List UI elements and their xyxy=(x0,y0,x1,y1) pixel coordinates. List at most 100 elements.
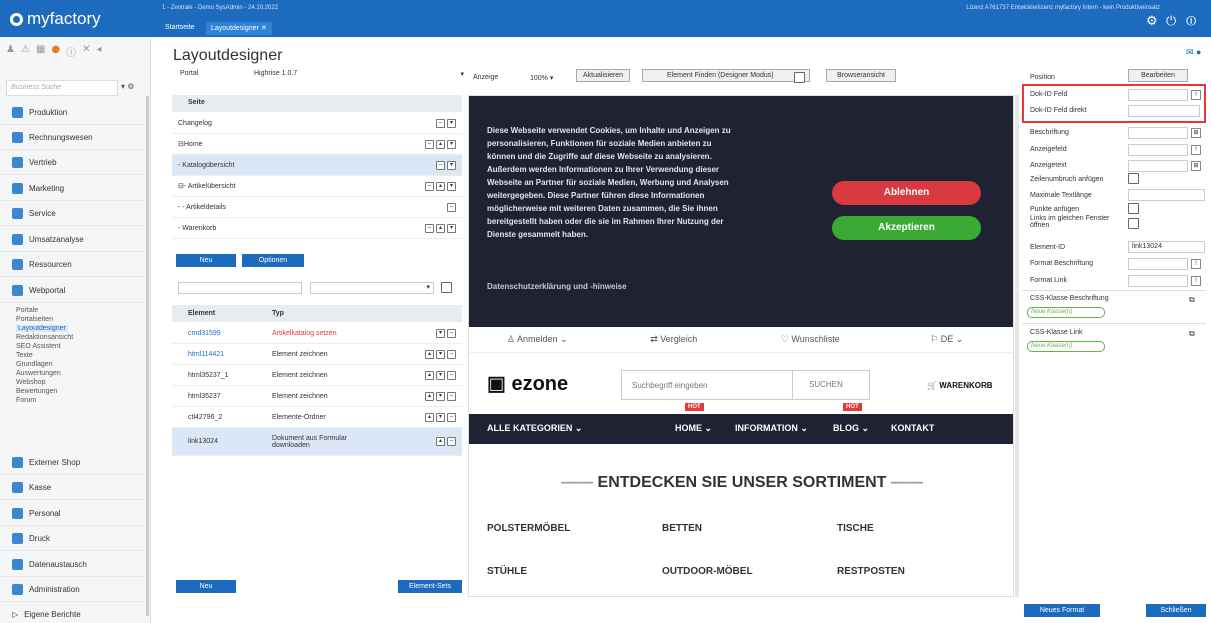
tab-layoutdesigner[interactable]: Layoutdesigner ✕ xyxy=(206,22,272,35)
move-up-icon[interactable]: ▴ xyxy=(436,139,445,149)
copy-icon[interactable]: ⧉ xyxy=(1189,295,1195,305)
preview-scrollbar[interactable] xyxy=(1015,95,1019,597)
close-icon[interactable]: ✕ xyxy=(82,44,90,59)
business-search-input[interactable]: Business Suche xyxy=(6,80,118,96)
info-icon[interactable]: ⓘ xyxy=(66,44,76,59)
notification-icon[interactable]: ● xyxy=(51,44,60,59)
user-icon[interactable]: ♟ xyxy=(6,44,15,59)
move-up-icon[interactable]: ▴ xyxy=(436,223,445,233)
copy-icon[interactable]: ⧉ xyxy=(1189,329,1195,339)
cart-link[interactable]: 🛒 WARENKORB xyxy=(927,381,993,390)
category-link[interactable]: BETTEN xyxy=(662,523,702,534)
page-row[interactable]: - Katalogübersicht – ▾ xyxy=(172,155,462,176)
collapse-icon[interactable]: ◂ xyxy=(97,44,102,59)
element-sets-button[interactable]: Element-Sets xyxy=(398,580,462,593)
app-logo[interactable]: myfactory xyxy=(10,9,101,29)
format-beschriftung-info-button[interactable]: ! xyxy=(1191,259,1201,269)
collapse-icon[interactable]: – xyxy=(447,370,456,380)
move-down-icon[interactable]: ▾ xyxy=(436,412,445,422)
nav-rechnungswesen[interactable]: Rechnungswesen xyxy=(0,125,145,150)
collapse-icon[interactable]: – xyxy=(436,118,445,128)
nav-ressourcen[interactable]: Ressourcen xyxy=(0,252,145,277)
move-up-icon[interactable]: ▴ xyxy=(436,437,445,446)
move-up-icon[interactable]: ▴ xyxy=(425,370,434,380)
move-up-icon[interactable]: ▴ xyxy=(425,349,434,359)
decline-button[interactable]: Ablehnen xyxy=(832,181,981,205)
subnav-auswertungen[interactable]: Auswertungen xyxy=(16,370,61,377)
beschriftung-input[interactable] xyxy=(1128,127,1188,139)
maxlen-input[interactable] xyxy=(1128,189,1205,201)
compare-link[interactable]: ⇄ Vergleich xyxy=(606,334,743,345)
find-element-button[interactable]: Element Finden (Designer Modus) xyxy=(642,69,810,83)
collapse-icon[interactable]: – xyxy=(425,139,434,149)
move-down-icon[interactable]: ▾ xyxy=(447,118,456,128)
category-link[interactable]: POLSTERMÖBEL xyxy=(487,523,570,534)
nav-eigene-berichte[interactable]: ▷ Eigene Berichte xyxy=(0,602,145,623)
wishlist-link[interactable]: ♡ Wunschliste xyxy=(742,334,879,345)
dok-id-info-button[interactable]: ! xyxy=(1191,90,1201,100)
new-page-button[interactable]: Neu xyxy=(176,254,236,267)
collapse-icon[interactable]: – xyxy=(447,328,456,338)
collapse-icon[interactable]: – xyxy=(436,160,445,170)
table-row[interactable]: html35237 Element zeichnen ▴ ▾ – xyxy=(172,386,462,407)
accept-button[interactable]: Akzeptieren xyxy=(832,216,981,240)
anzeigefeld-input[interactable] xyxy=(1128,144,1188,156)
subnav-bewertungen[interactable]: Bewertungen xyxy=(16,388,57,395)
nav-webportal[interactable]: Webportal xyxy=(0,278,145,303)
mail-icon[interactable]: ✉ ● xyxy=(1186,47,1201,58)
calendar-icon[interactable]: ▦ xyxy=(36,44,45,59)
collapse-icon[interactable]: – xyxy=(447,437,456,446)
move-down-icon[interactable]: ▾ xyxy=(447,139,456,149)
anzeigefeld-info-button[interactable]: ! xyxy=(1191,145,1201,155)
links-gleich-checkbox[interactable] xyxy=(1128,218,1139,229)
translate-icon[interactable]: ⊞ xyxy=(1191,161,1201,171)
new-element-button[interactable]: Neu xyxy=(176,580,236,593)
table-row[interactable]: ctl42796_2 Elemente-Ordner ▴ ▾ – xyxy=(172,407,462,428)
shop-logo[interactable]: ▣ ezone xyxy=(487,371,568,396)
shop-search-box[interactable]: Suchbegriff eingeben SUCHEN xyxy=(621,370,870,400)
portal-select[interactable]: Highrise 1.0.7 ▾ xyxy=(254,70,464,78)
nav-datenaustausch[interactable]: Datenaustausch xyxy=(0,552,145,577)
collapse-icon[interactable]: – xyxy=(425,223,434,233)
options-button[interactable]: Optionen xyxy=(242,254,304,267)
power-icon[interactable]: ⏻ xyxy=(1166,14,1176,29)
menu-home[interactable]: HOME ⌄ xyxy=(675,423,712,434)
sidebar-scrollbar[interactable] xyxy=(146,96,149,616)
browser-view-button[interactable]: Browseransicht xyxy=(826,69,896,82)
move-down-icon[interactable]: ▾ xyxy=(436,370,445,380)
anzeigetext-input[interactable] xyxy=(1128,160,1188,172)
move-down-icon[interactable]: ▾ xyxy=(447,181,456,191)
collapse-icon[interactable]: – xyxy=(447,349,456,359)
page-row[interactable]: ⊟ Home – ▴ ▾ xyxy=(172,134,462,155)
nav-produktion[interactable]: Produktion xyxy=(0,100,145,125)
nav-druck[interactable]: Druck xyxy=(0,526,145,551)
preview-frame[interactable]: Diese Webseite verwendet Cookies, um Inh… xyxy=(468,95,1014,597)
type-filter-select[interactable]: ▾ xyxy=(310,282,434,294)
subnav-portale[interactable]: Portale xyxy=(16,307,38,314)
login-link[interactable]: ♙ Anmelden ⌄ xyxy=(469,334,606,345)
subnav-seo-assistent[interactable]: SEO Assistent xyxy=(16,343,61,350)
category-link[interactable]: OUTDOOR-MÖBEL xyxy=(662,566,753,577)
subnav-portalseiten[interactable]: Portalseiten xyxy=(16,316,53,323)
nav-service[interactable]: Service xyxy=(0,201,145,226)
nav-administration[interactable]: Administration xyxy=(0,577,145,602)
move-down-icon[interactable]: ▾ xyxy=(447,160,456,170)
zoom-select[interactable]: 100% ▾ xyxy=(530,74,553,82)
search-button[interactable]: SUCHEN xyxy=(792,370,843,400)
subnav-grundlagen[interactable]: Grundlagen xyxy=(16,361,53,368)
all-categories-menu[interactable]: ALLE KATEGORIEN ⌄ xyxy=(487,423,582,434)
css-class-input[interactable]: Neue Klasse(n) xyxy=(1027,307,1105,318)
subnav-layoutdesigner[interactable]: Layoutdesigner xyxy=(16,325,68,332)
menu-kontakt[interactable]: KONTAKT xyxy=(891,423,934,433)
collapse-icon[interactable]: – xyxy=(425,181,434,191)
move-up-icon[interactable]: ▴ xyxy=(425,391,434,401)
subnav-texte[interactable]: Texte xyxy=(16,352,33,359)
subnav-webshop[interactable]: Webshop xyxy=(16,379,45,386)
format-link-input[interactable] xyxy=(1128,275,1188,287)
category-link[interactable]: STÜHLE xyxy=(487,566,527,577)
refresh-button[interactable]: Aktualisieren xyxy=(576,69,631,82)
category-link[interactable]: TISCHE xyxy=(837,523,874,534)
collapse-icon[interactable]: – xyxy=(447,202,456,212)
format-beschriftung-input[interactable] xyxy=(1128,258,1188,270)
move-up-icon[interactable]: ▴ xyxy=(425,412,434,422)
